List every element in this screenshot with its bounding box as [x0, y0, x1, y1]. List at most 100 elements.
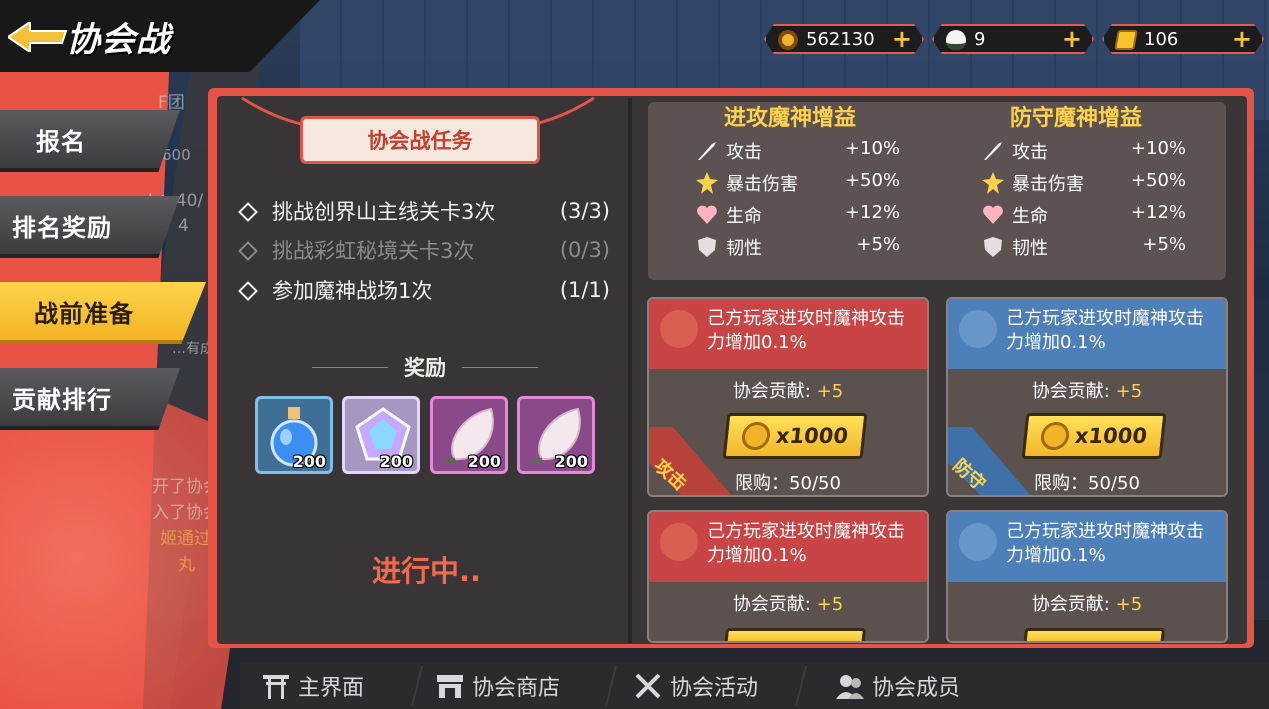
add-gold-button[interactable]: + [1232, 25, 1252, 53]
shop-icon [437, 675, 463, 698]
gold-ticket-icon [1114, 30, 1138, 50]
card-description: 己方玩家进攻时魔神攻击力增加0.1% [1006, 308, 1204, 353]
reward-qty: 200 [379, 452, 413, 471]
add-stamina-button[interactable]: + [1062, 25, 1082, 53]
task-item: 挑战彩虹秘境关卡3次 (0/3) [240, 235, 610, 265]
contribution-value: +5 [816, 594, 844, 615]
task-item: 参加魔神战场1次 (1/1) [240, 275, 610, 305]
buff-name: 韧性 [726, 238, 762, 259]
sword-icon [657, 520, 701, 564]
task-name: 挑战创界山主线关卡3次 [272, 200, 496, 224]
background-text: F团 [158, 93, 185, 113]
reward-qty: 200 [292, 452, 326, 471]
back-arrow-icon[interactable] [8, 22, 68, 52]
currency-stamina: 9 + [932, 24, 1094, 54]
buff-name: 暴击伤害 [726, 174, 798, 195]
reward-item-seed[interactable]: 200 [517, 396, 595, 474]
shield-icon [984, 237, 1002, 257]
gold-amount: 106 [1144, 29, 1179, 50]
buy-button[interactable]: x1000 [1021, 413, 1167, 459]
divider-line [462, 366, 538, 368]
buff-row: 攻击 +10% [650, 134, 930, 166]
sword-icon [956, 307, 1000, 351]
attack-icon [984, 142, 1002, 160]
currency-pill: 562130 + [764, 24, 924, 54]
nav-preparation[interactable]: 战前准备 [0, 282, 206, 344]
defense-buff-column: 防守魔神增益 攻击 +10% 暴击伤害 +50% 生命 +12% 韧性 +5% [936, 104, 1216, 262]
contribution-label: 协会贡献: [1031, 381, 1110, 402]
contribution-value: +5 [1115, 594, 1143, 615]
reward-qty: 200 [554, 452, 588, 471]
card-description: 己方玩家进攻时魔神攻击力增加0.1% [707, 308, 905, 353]
card-description: 己方玩家进攻时魔神攻击力增加0.1% [707, 521, 905, 566]
buff-row: 韧性 +5% [936, 230, 1216, 262]
task-progress: (0/3) [559, 238, 610, 262]
attack-buff-card: 己方玩家进攻时魔神攻击力增加0.1% 协会贡献: +5 x1000 限购：50/… [647, 297, 929, 497]
buy-button[interactable] [723, 628, 867, 641]
card-contribution: 协会贡献: +5 [649, 377, 927, 403]
nav-rank-rewards[interactable]: 排名奖励 [0, 196, 180, 258]
task-item: 挑战创界山主线关卡3次 (3/3) [240, 196, 610, 226]
buff-value: +10% [844, 138, 900, 159]
divider-line [312, 366, 388, 368]
bullet-diamond-icon [240, 283, 254, 297]
tab-shop[interactable]: 协会商店 [436, 668, 560, 704]
currency-pill: 9 + [932, 24, 1094, 54]
add-coins-button[interactable]: + [892, 25, 912, 53]
reward-header: 奖励 [312, 352, 538, 382]
currency-coins: 562130 + [764, 24, 924, 54]
background-text: 姬通过 [160, 529, 211, 549]
task-name: 参加魔神战场1次 [272, 279, 433, 303]
task-name: 挑战彩虹秘境关卡3次 [272, 239, 475, 263]
contribution-label: 协会贡献: [732, 594, 811, 615]
tab-members[interactable]: 协会成员 [836, 668, 960, 704]
reward-item-potion[interactable]: 200 [255, 396, 333, 474]
contribution-label: 协会贡献: [1031, 594, 1110, 615]
panel-divider [628, 98, 632, 643]
status-text: 进行中.. [372, 554, 482, 588]
nav-contribution-rank[interactable]: 贡献排行 [0, 368, 180, 430]
tab-label: 主界面 [298, 676, 365, 701]
buff-row: 暴击伤害 +50% [936, 166, 1216, 198]
buy-price: x1000 [1073, 424, 1149, 448]
buy-button[interactable] [1022, 628, 1166, 641]
nav-contribution-rank-label: 贡献排行 [12, 385, 112, 414]
buff-value: +10% [1130, 138, 1186, 159]
buff-name: 韧性 [1012, 238, 1048, 259]
card-contribution: 协会贡献: +5 [948, 377, 1226, 403]
task-progress: (3/3) [559, 199, 610, 223]
nav-signup-label: 报名 [36, 127, 86, 156]
nav-signup[interactable]: 报名 [0, 110, 180, 172]
tab-home[interactable]: 主界面 [262, 668, 364, 704]
background-text: 4 [178, 216, 189, 236]
buff-value: +5% [856, 234, 900, 255]
defense-buff-title: 防守魔神增益 [1009, 106, 1142, 131]
contribution-value: +5 [1115, 381, 1143, 402]
buff-name: 暴击伤害 [1012, 174, 1084, 195]
buff-value: +12% [1130, 202, 1186, 223]
reward-label: 奖励 [404, 356, 446, 380]
buff-name: 生命 [726, 206, 762, 227]
nav-preparation-label: 战前准备 [34, 299, 134, 328]
card-description: 己方玩家进攻时魔神攻击力增加0.1% [1006, 521, 1204, 566]
reward-item-seed[interactable]: 200 [430, 396, 508, 474]
buff-name: 生命 [1012, 206, 1048, 227]
buff-value: +50% [1130, 170, 1186, 191]
defense-buff-card: 己方玩家进攻时魔神攻击力增加0.1% 协会贡献: +5 [946, 510, 1228, 643]
coin-icon [1039, 422, 1071, 450]
contribution-value: +5 [816, 381, 844, 402]
stamina-amount: 9 [974, 29, 986, 50]
buy-button[interactable]: x1000 [722, 413, 868, 459]
coin-icon [740, 422, 772, 450]
buff-value: +5% [1142, 234, 1186, 255]
crit-icon [696, 172, 718, 194]
buff-row: 生命 +12% [650, 198, 930, 230]
buff-row: 韧性 +5% [650, 230, 930, 262]
buff-row: 生命 +12% [936, 198, 1216, 230]
bullet-diamond-icon [240, 204, 254, 218]
reward-item-crystal[interactable]: 200 [342, 396, 420, 474]
attack-buff-title: 进攻魔神增益 [723, 106, 856, 131]
tab-activities[interactable]: 协会活动 [634, 668, 758, 704]
members-icon [836, 675, 864, 699]
card-contribution: 协会贡献: +5 [948, 590, 1226, 616]
